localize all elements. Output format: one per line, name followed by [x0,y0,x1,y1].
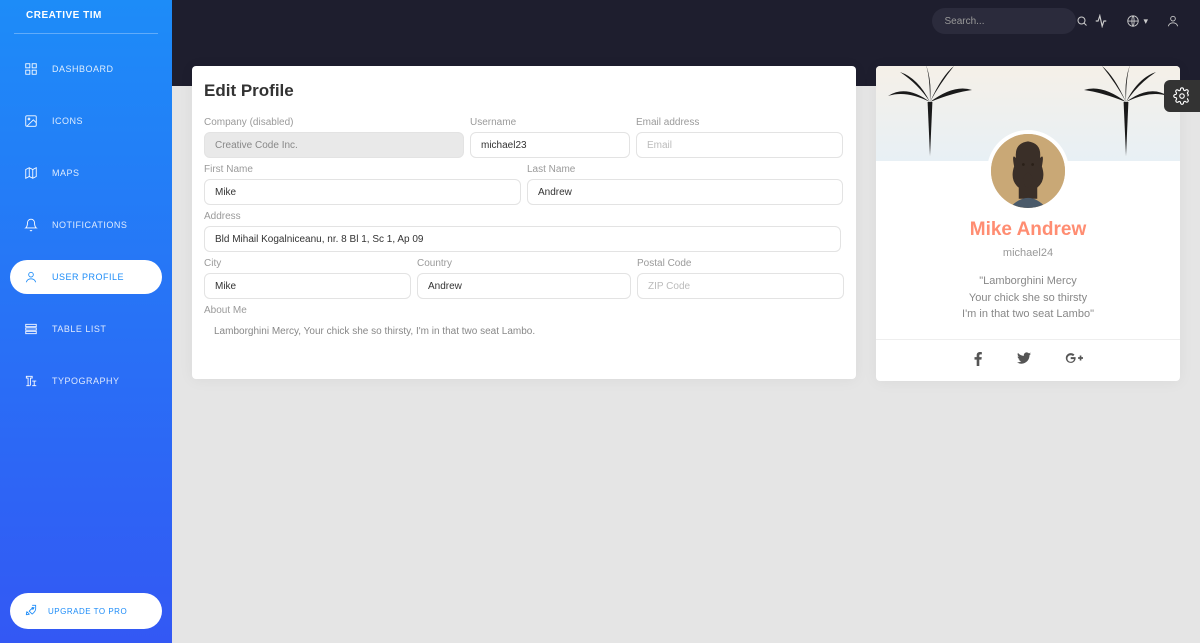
sidebar-item-label: TYPOGRAPHY [52,376,120,386]
last-name-input[interactable] [527,179,843,205]
profile-card: Mike Andrew michael24 "Lamborghini Mercy… [876,66,1180,381]
city-input[interactable] [204,273,411,299]
country-input[interactable] [417,273,631,299]
sidebar-item-table-list[interactable]: TABLE LIST [10,312,162,346]
nav: DASHBOARD ICONS MAPS NOTIFICATIONS USER … [0,52,172,398]
avatar[interactable] [987,130,1069,212]
address-input[interactable] [204,226,841,252]
label-about: About Me [204,305,841,316]
sidebar: CREATIVE TIM DASHBOARD ICONS MAPS NOTIFI… [0,0,172,643]
twitter-icon[interactable] [1017,352,1031,369]
label-email: Email address [636,117,843,128]
sidebar-item-user-profile[interactable]: USER PROFILE [10,260,162,294]
username-input[interactable] [470,132,630,158]
card-title: Edit Profile [204,81,844,101]
rocket-icon [24,603,38,619]
facebook-icon[interactable] [973,352,983,369]
profile-name: Mike Andrew [896,219,1160,241]
profile-quote: "Lamborghini Mercy Your chick she so thi… [896,273,1160,323]
list-icon [22,322,40,336]
bell-icon [22,218,40,232]
profile-hero [876,66,1180,161]
user-icon [22,270,40,284]
palm-decoration [1066,66,1180,162]
brand-text: CREATIVE TIM [26,10,102,21]
edit-profile-card: Edit Profile Company (disabled) Username… [192,66,856,379]
brand-logo[interactable]: CREATIVE TIM [0,0,172,33]
content: Edit Profile Company (disabled) Username… [172,0,1200,643]
profile-footer [876,339,1180,381]
label-username: Username [470,117,630,128]
image-icon [22,114,40,128]
email-input[interactable] [636,132,843,158]
sidebar-item-label: MAPS [52,168,80,178]
first-name-input[interactable] [204,179,521,205]
about-text[interactable]: Lamborghini Mercy, Your chick she so thi… [204,320,841,343]
sidebar-item-notifications[interactable]: NOTIFICATIONS [10,208,162,242]
label-last-name: Last Name [527,164,843,175]
postal-input[interactable] [637,273,844,299]
company-input [204,132,464,158]
sidebar-item-dashboard[interactable]: DASHBOARD [10,52,162,86]
sidebar-item-maps[interactable]: MAPS [10,156,162,190]
label-city: City [204,258,411,269]
profile-handle: michael24 [896,247,1160,259]
typography-icon [22,374,40,388]
palm-decoration [876,66,990,162]
label-address: Address [204,211,841,222]
sidebar-item-label: ICONS [52,116,83,126]
label-postal: Postal Code [637,258,844,269]
upgrade-label: UPGRADE TO PRO [48,607,127,616]
map-icon [22,166,40,180]
label-company: Company (disabled) [204,117,464,128]
upgrade-button[interactable]: UPGRADE TO PRO [10,593,162,629]
sidebar-item-label: NOTIFICATIONS [52,220,127,230]
dashboard-icon [22,62,40,76]
sidebar-item-label: USER PROFILE [52,272,124,282]
google-plus-icon[interactable] [1065,352,1083,369]
label-first-name: First Name [204,164,521,175]
settings-fab[interactable] [1164,80,1200,112]
sidebar-item-label: TABLE LIST [52,324,106,334]
divider [14,33,158,34]
sidebar-item-label: DASHBOARD [52,64,114,74]
sidebar-item-icons[interactable]: ICONS [10,104,162,138]
label-country: Country [417,258,631,269]
sidebar-item-typography[interactable]: TYPOGRAPHY [10,364,162,398]
